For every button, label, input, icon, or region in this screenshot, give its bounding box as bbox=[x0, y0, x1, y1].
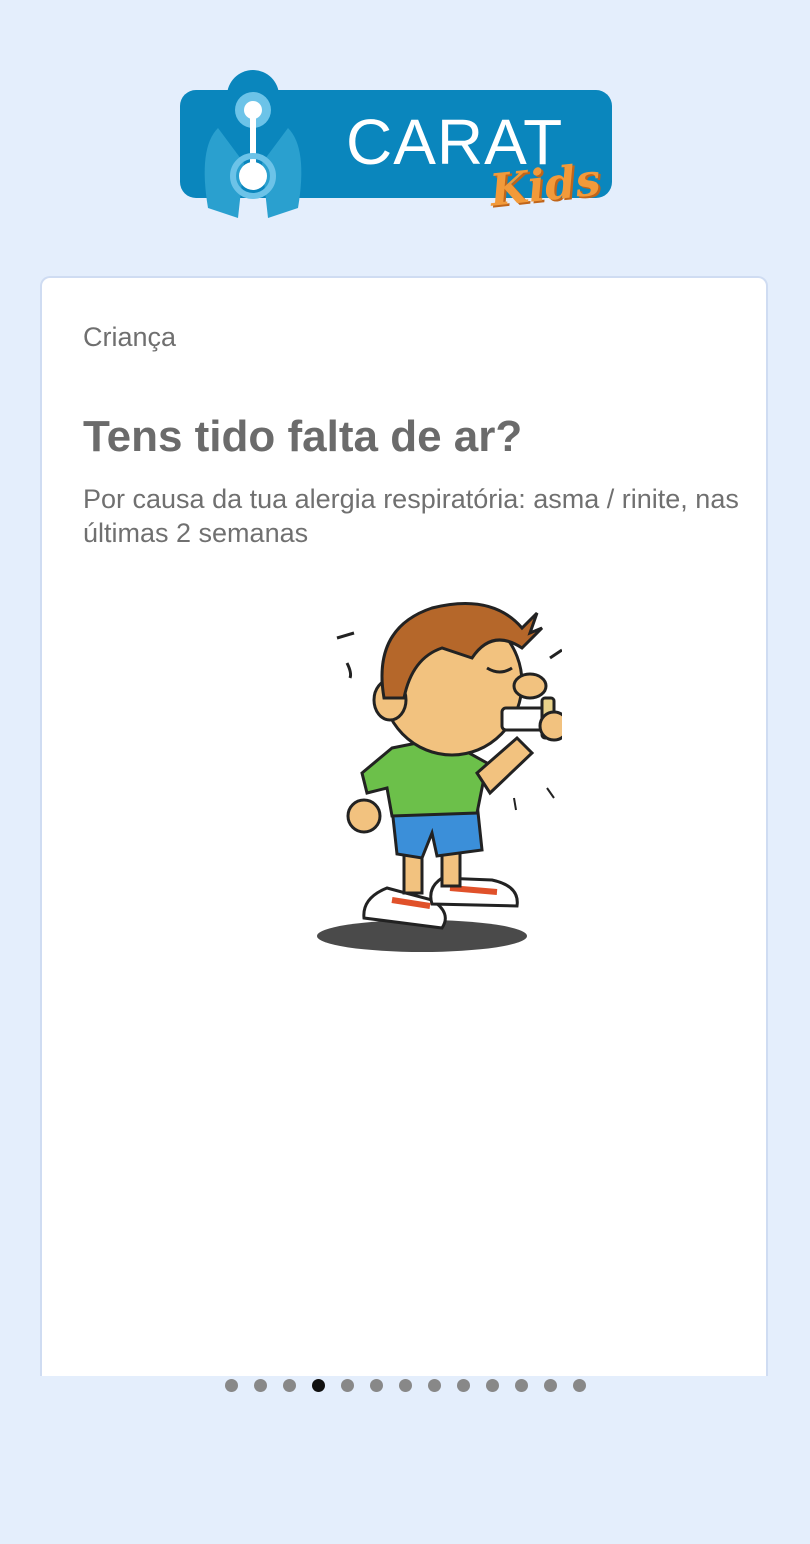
question-title: Tens tido falta de ar? bbox=[83, 412, 523, 461]
page-dot[interactable] bbox=[514, 1379, 528, 1392]
page-dot[interactable] bbox=[369, 1379, 383, 1392]
page-indicator bbox=[0, 1379, 810, 1392]
question-subtitle: Por causa da tua alergia respiratória: a… bbox=[83, 484, 739, 548]
question-card[interactable]: Criança Tens tido falta de ar? Por causa… bbox=[40, 276, 768, 1376]
page-dot[interactable] bbox=[427, 1379, 441, 1392]
logo-kids-text: Kids bbox=[487, 154, 603, 217]
page-dot[interactable] bbox=[224, 1379, 238, 1392]
child-inhaler-illustration bbox=[292, 588, 570, 958]
page-dot[interactable] bbox=[572, 1379, 586, 1392]
page-dot[interactable] bbox=[253, 1379, 267, 1392]
page-dot[interactable] bbox=[398, 1379, 412, 1392]
page-dot-active[interactable] bbox=[311, 1379, 325, 1392]
child-using-inhaler-icon bbox=[317, 602, 570, 952]
page-dot[interactable] bbox=[340, 1379, 354, 1392]
question-category: Criança bbox=[83, 322, 177, 352]
page-dot[interactable] bbox=[456, 1379, 470, 1392]
page-dot[interactable] bbox=[543, 1379, 557, 1392]
carat-kids-logo: CARAT Kids bbox=[178, 68, 633, 228]
page-dot[interactable] bbox=[282, 1379, 296, 1392]
page-dot[interactable] bbox=[485, 1379, 499, 1392]
